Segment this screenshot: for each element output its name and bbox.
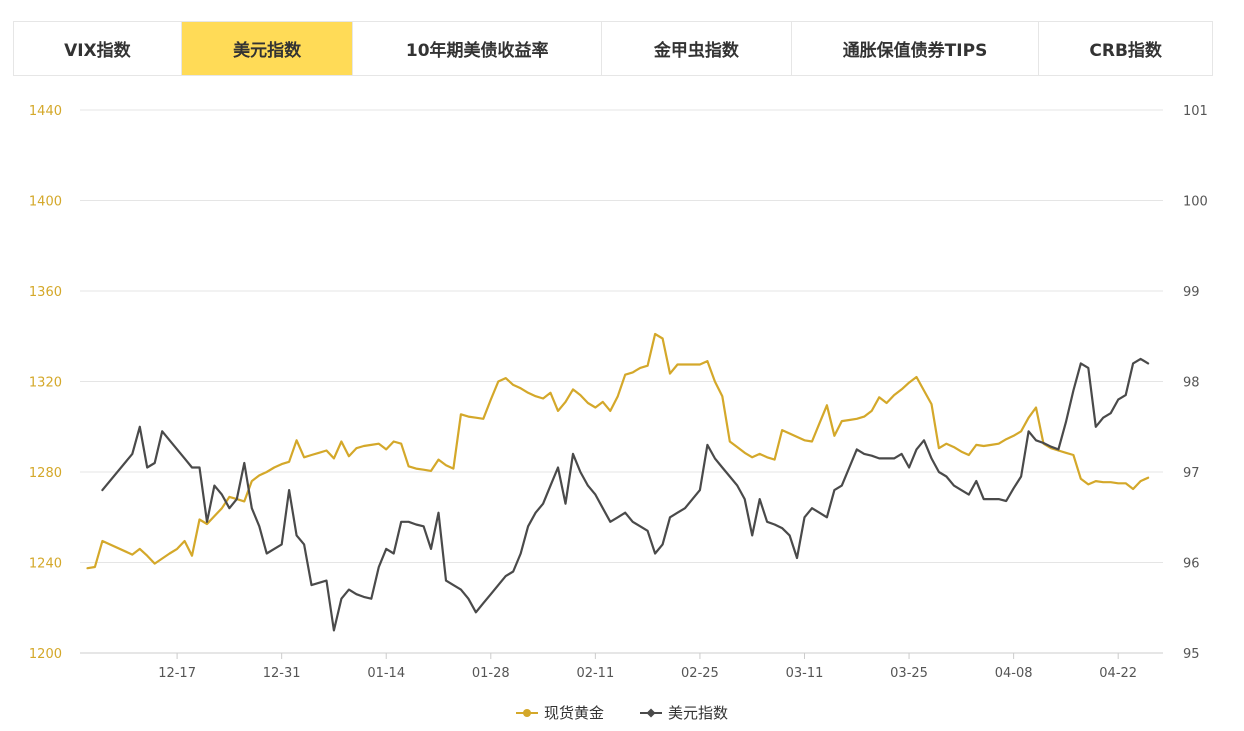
x-tick-label: 04-22 — [1099, 666, 1137, 681]
x-tick-label: 01-28 — [472, 666, 510, 681]
y-right-tick-label: 100 — [1183, 195, 1208, 210]
x-tick-label: 02-25 — [681, 666, 719, 681]
y-right-tick-label: 96 — [1183, 557, 1200, 572]
y-right-tick-label: 99 — [1183, 285, 1200, 300]
y-right-tick-label: 95 — [1183, 647, 1200, 662]
gold-price-line — [86, 332, 1150, 570]
y-left-tick-label: 1200 — [29, 647, 62, 662]
usd-legend-marker-icon — [640, 708, 662, 717]
y-right-tick-label: 98 — [1183, 376, 1200, 391]
y-left-tick-label: 1240 — [29, 557, 62, 572]
x-tick-label: 04-08 — [995, 666, 1033, 681]
y-left-tick-label: 1320 — [29, 376, 62, 391]
gold-legend-marker-icon — [515, 708, 538, 717]
chart-legend: 现货黄金 美元指数 — [0, 702, 1244, 723]
x-tick-label: 03-25 — [890, 666, 928, 681]
y-left-tick-label: 1280 — [29, 466, 62, 481]
y-left-tick-label: 1400 — [29, 195, 62, 210]
y-right-tick-label: 101 — [1183, 104, 1208, 119]
legend-label-usd: 美元指数 — [668, 704, 729, 722]
legend-item-gold[interactable]: 现货黄金 — [515, 702, 604, 723]
x-tick-label: 02-11 — [576, 666, 614, 681]
legend-item-usd[interactable]: 美元指数 — [640, 702, 728, 723]
y-right-tick-label: 97 — [1183, 466, 1200, 481]
usd-index-line — [101, 357, 1150, 632]
x-tick-label: 03-11 — [786, 666, 824, 681]
x-tick-label: 01-14 — [367, 666, 405, 681]
dual-axis-line-chart: 1200 95 1240 96 1280 97 1320 98 1360 99 1400 100 144… — [29, 104, 1208, 681]
y-left-tick-label: 1360 — [29, 285, 62, 300]
y-left-tick-label: 1440 — [29, 104, 62, 119]
x-tick-label: 12-31 — [263, 666, 301, 681]
legend-label-gold: 现货黄金 — [543, 704, 604, 722]
x-tick-label: 12-17 — [158, 666, 196, 681]
